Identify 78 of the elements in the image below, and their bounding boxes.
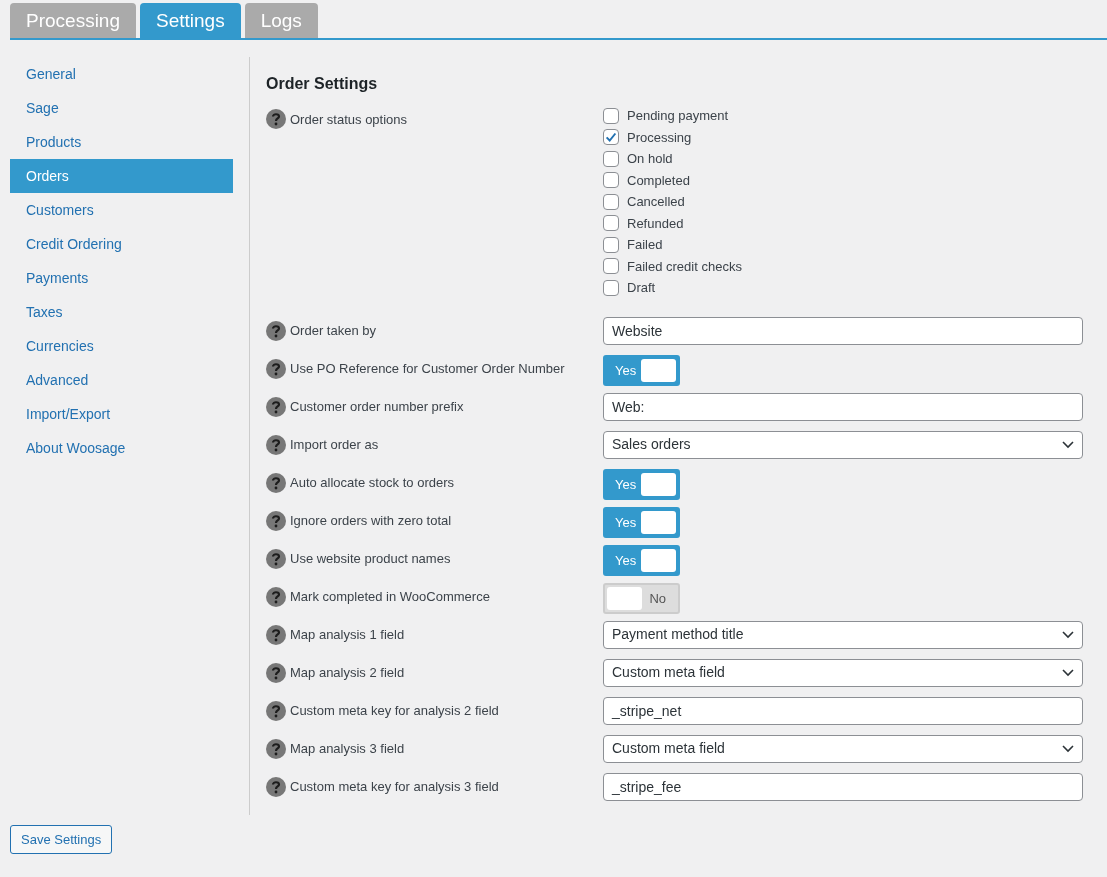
checkbox[interactable]	[603, 172, 619, 189]
help-icon[interactable]	[266, 738, 286, 759]
checkbox[interactable]	[603, 258, 619, 275]
toggle-switch[interactable]: Yes	[603, 506, 680, 538]
setting-label: Order taken by	[290, 323, 376, 338]
help-icon[interactable]	[266, 510, 286, 531]
sidebar-item[interactable]: Credit Ordering	[10, 227, 233, 261]
section-title: Order Settings	[266, 75, 379, 93]
chevron-down-icon	[1062, 744, 1074, 753]
dropdown[interactable]: Custom meta field	[603, 734, 1083, 763]
sidebar-item[interactable]: Import/Export	[10, 397, 233, 431]
tab[interactable]: Settings	[140, 3, 241, 38]
checkbox-label: Cancelled	[627, 194, 685, 210]
sidebar-item[interactable]: Advanced	[10, 363, 233, 397]
checkbox[interactable]	[603, 150, 619, 167]
setting-label: Import order as	[290, 437, 379, 452]
toggle-switch[interactable]: Yes	[603, 468, 680, 500]
setting-label: Map analysis 1 field	[290, 627, 405, 642]
help-icon[interactable]	[266, 624, 286, 645]
help-icon[interactable]	[266, 700, 286, 721]
setting-label: Customer order number prefix	[290, 399, 464, 414]
checkbox[interactable]	[603, 193, 619, 210]
help-icon[interactable]	[266, 548, 286, 569]
sidebar-item[interactable]: Orders	[10, 159, 233, 193]
help-icon[interactable]	[266, 662, 286, 683]
sidebar-item[interactable]: Taxes	[10, 295, 233, 329]
checkbox-label: Failed credit checks	[627, 258, 742, 274]
checkbox-label: Failed	[627, 237, 663, 253]
help-icon[interactable]	[266, 434, 286, 455]
chevron-down-icon	[1062, 668, 1074, 677]
checkbox-label: Pending payment	[627, 108, 729, 124]
toggle-switch[interactable]: No	[603, 582, 680, 614]
setting-label: Ignore orders with zero total	[290, 513, 452, 528]
help-icon[interactable]	[266, 320, 286, 341]
checkbox[interactable]	[603, 236, 619, 253]
chevron-down-icon	[1062, 630, 1074, 639]
help-icon[interactable]	[266, 109, 286, 129]
checkbox[interactable]	[603, 279, 619, 296]
dropdown[interactable]: Custom meta field	[603, 658, 1083, 687]
setting-label: Use PO Reference for Customer Order Number	[290, 361, 565, 376]
checkbox[interactable]	[603, 107, 619, 124]
checkbox-label: Draft	[627, 280, 656, 296]
toggle-switch[interactable]: Yes	[603, 544, 680, 576]
sidebar-item[interactable]: General	[10, 57, 233, 91]
checkbox-label: Completed	[627, 172, 690, 188]
checkbox-label: Refunded	[627, 215, 684, 231]
chevron-down-icon	[1062, 440, 1074, 449]
help-icon[interactable]	[266, 586, 286, 607]
setting-label: Mark completed in WooCommerce	[290, 589, 490, 604]
sidebar-item[interactable]: About Woosage	[10, 431, 233, 465]
setting-label: Order status options	[290, 111, 408, 127]
text-field[interactable]: Website	[603, 316, 1083, 345]
setting-label: Auto allocate stock to orders	[290, 475, 455, 490]
text-field[interactable]: _stripe_fee	[603, 772, 1083, 801]
sidebar-item[interactable]: Payments	[10, 261, 233, 295]
dropdown[interactable]: Payment method title	[603, 620, 1083, 649]
dropdown[interactable]: Sales orders	[603, 430, 1083, 459]
help-icon[interactable]	[266, 396, 286, 417]
help-icon[interactable]	[266, 472, 286, 493]
text-field[interactable]: Web:	[603, 392, 1083, 421]
help-icon[interactable]	[266, 776, 286, 797]
checkbox[interactable]	[603, 215, 619, 232]
setting-label: Use website product names	[290, 551, 451, 566]
toggle-switch[interactable]: Yes	[603, 354, 680, 386]
sidebar-item[interactable]: Sage	[10, 91, 233, 125]
text-field[interactable]: _stripe_net	[603, 696, 1083, 725]
setting-label: Map analysis 3 field	[290, 741, 405, 756]
checkbox-label: On hold	[627, 151, 673, 167]
sidebar-item[interactable]: Currencies	[10, 329, 233, 363]
setting-label: Custom meta key for analysis 3 field	[290, 779, 499, 794]
setting-label: Custom meta key for analysis 2 field	[290, 703, 499, 718]
setting-label: Map analysis 2 field	[290, 665, 405, 680]
save-settings-button[interactable]: Save Settings	[10, 824, 113, 854]
checkbox[interactable]	[603, 129, 619, 146]
checkbox-label: Processing	[627, 129, 692, 145]
sidebar-item[interactable]: Products	[10, 125, 233, 159]
help-icon[interactable]	[266, 358, 286, 379]
sidebar-item[interactable]: Customers	[10, 193, 233, 227]
